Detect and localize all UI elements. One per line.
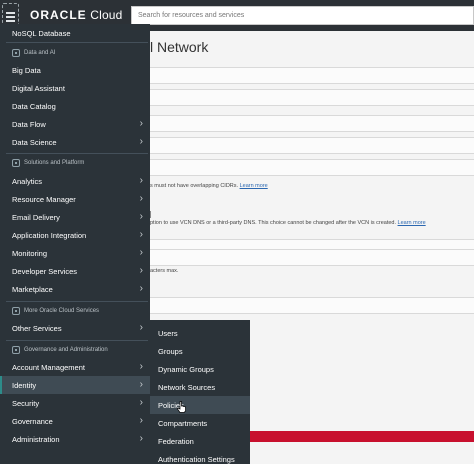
form-row xyxy=(150,89,474,106)
navigation-menu: NoSQL Database Data and AI Big Data Digi… xyxy=(0,24,150,464)
chevron-right-icon: › xyxy=(139,211,143,222)
submenu-item-users[interactable]: Users xyxy=(150,324,250,342)
more-services-icon xyxy=(12,307,20,315)
submenu-item-network-sources[interactable]: Network Sources xyxy=(150,378,250,396)
form-row xyxy=(150,159,474,176)
menu-item-big-data[interactable]: Big Data xyxy=(0,61,150,79)
menu-item-analytics[interactable]: Analytics › xyxy=(0,172,150,190)
search-input[interactable]: Search for resources and services xyxy=(131,6,474,25)
submenu-item-dynamic-groups[interactable]: Dynamic Groups xyxy=(150,360,250,378)
solutions-icon xyxy=(12,159,20,167)
data-ai-icon xyxy=(12,49,20,57)
form-row xyxy=(150,115,474,132)
submenu-item-policies[interactable]: Policies xyxy=(150,396,250,414)
menu-item-developer-services[interactable]: Developer Services › xyxy=(0,262,150,280)
hand-cursor-icon xyxy=(177,401,186,413)
chevron-right-icon: › xyxy=(139,175,143,186)
submenu-item-compartments[interactable]: Compartments xyxy=(150,414,250,432)
chevron-right-icon: › xyxy=(139,193,143,204)
cidr-hint: s must not have overlapping CIDRs. Learn… xyxy=(150,183,268,189)
category-data-and-ai: Data and AI xyxy=(0,46,150,60)
oracle-cloud-logo[interactable]: ORACLE Cloud xyxy=(30,8,123,22)
submenu-item-groups[interactable]: Groups xyxy=(150,342,250,360)
menu-item-account-management[interactable]: Account Management › xyxy=(0,358,150,376)
menu-item-governance[interactable]: Governance › xyxy=(0,412,150,430)
learn-more-link-cidr[interactable]: Learn more xyxy=(240,183,268,189)
menu-item-email-delivery[interactable]: Email Delivery › xyxy=(0,208,150,226)
chevron-right-icon: › xyxy=(139,433,143,444)
form-row xyxy=(150,137,474,154)
menu-item-other-services[interactable]: Other Services › xyxy=(0,319,150,337)
learn-more-link-dns[interactable]: Learn more xyxy=(398,220,426,226)
menu-divider xyxy=(6,42,148,43)
menu-divider xyxy=(6,340,148,341)
menu-item-security[interactable]: Security › xyxy=(0,394,150,412)
chevron-right-icon: › xyxy=(139,265,143,276)
chevron-right-icon: › xyxy=(139,361,143,372)
chevron-right-icon: › xyxy=(139,397,143,408)
dns-hint: ption to use VCN DNS or a third-party DN… xyxy=(150,220,426,226)
menu-item-resource-manager[interactable]: Resource Manager › xyxy=(0,190,150,208)
chevron-right-icon: › xyxy=(139,247,143,258)
category-governance-and-administration: Governance and Administration xyxy=(0,343,150,357)
page-title: l Network xyxy=(150,39,209,55)
submenu-item-federation[interactable]: Federation xyxy=(150,432,250,450)
chevron-right-icon: › xyxy=(139,283,143,294)
alert-bar xyxy=(250,431,474,442)
menu-item-data-science[interactable]: Data Science › xyxy=(0,133,150,151)
chevron-right-icon: › xyxy=(139,229,143,240)
category-more-oracle-cloud-services: More Oracle Cloud Services xyxy=(0,304,150,318)
menu-divider xyxy=(6,301,148,302)
form-row xyxy=(150,249,474,266)
menu-item-administration[interactable]: Administration › xyxy=(0,430,150,448)
menu-item-nosql-database[interactable]: NoSQL Database xyxy=(0,24,150,42)
menu-item-data-catalog[interactable]: Data Catalog xyxy=(0,97,150,115)
letters-hint: acters max. xyxy=(150,268,179,274)
menu-item-data-flow[interactable]: Data Flow › xyxy=(0,115,150,133)
form-row xyxy=(150,67,474,84)
menu-divider xyxy=(6,153,148,154)
chevron-right-icon: › xyxy=(139,136,143,147)
identity-submenu: Users Groups Dynamic Groups Network Sour… xyxy=(150,320,250,464)
menu-item-identity[interactable]: Identity › xyxy=(0,376,150,394)
menu-item-monitoring[interactable]: Monitoring › xyxy=(0,244,150,262)
form-row xyxy=(150,297,474,314)
menu-item-marketplace[interactable]: Marketplace › xyxy=(0,280,150,298)
submenu-item-authentication-settings[interactable]: Authentication Settings xyxy=(150,450,250,464)
chevron-right-icon: › xyxy=(139,415,143,426)
menu-item-digital-assistant[interactable]: Digital Assistant xyxy=(0,79,150,97)
chevron-right-icon: › xyxy=(139,322,143,333)
governance-icon xyxy=(12,346,20,354)
chevron-right-icon: › xyxy=(139,118,143,129)
menu-item-application-integration[interactable]: Application Integration › xyxy=(0,226,150,244)
category-solutions-and-platform: Solutions and Platform xyxy=(0,156,150,170)
chevron-right-icon: › xyxy=(139,379,143,390)
